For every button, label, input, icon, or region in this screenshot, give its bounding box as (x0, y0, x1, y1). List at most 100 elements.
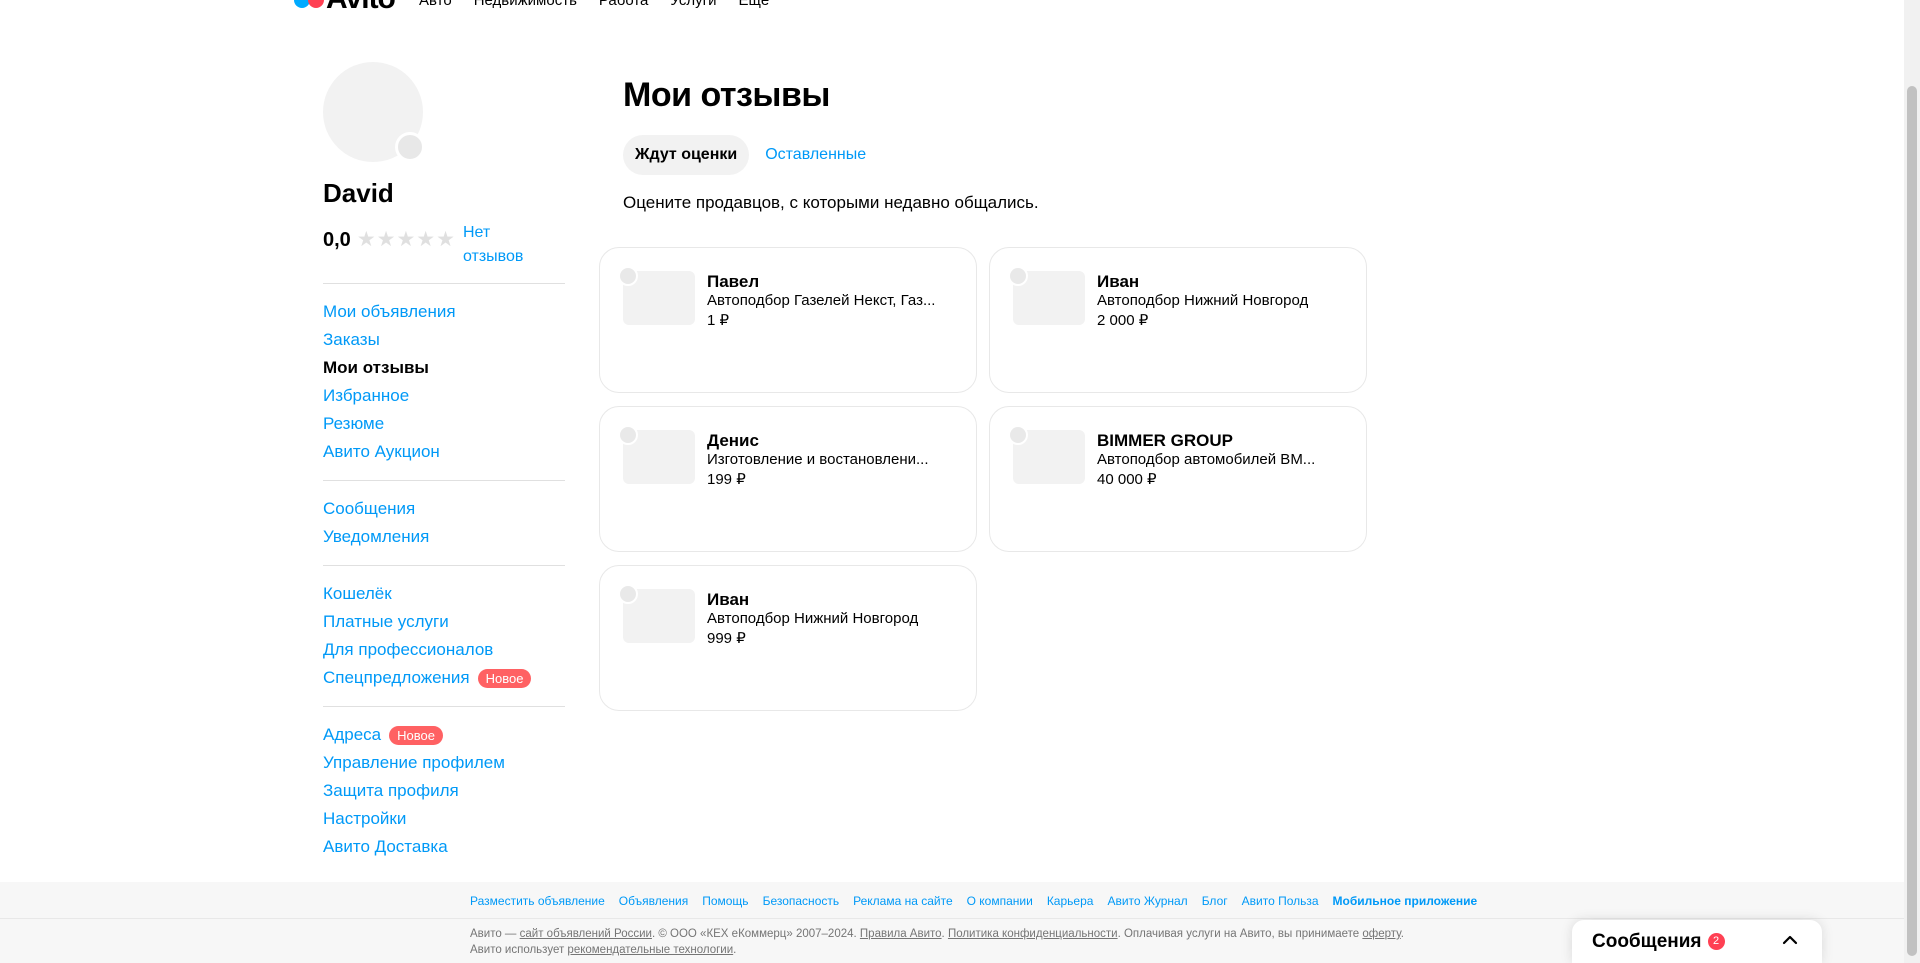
listing-title: Автоподбор автомобилей BM... (1097, 451, 1316, 468)
seller-name: Денис (707, 431, 759, 450)
avatar[interactable] (323, 62, 425, 162)
footer-link-benefit[interactable]: Авито Польза (1242, 894, 1319, 908)
scrollbar-thumb[interactable] (1907, 86, 1917, 956)
nav-item-realty[interactable]: Недвижимость (474, 0, 577, 9)
tab-left-reviews[interactable]: Оставленные (753, 135, 878, 175)
footer-link-ads[interactable]: Объявления (619, 894, 688, 908)
footer-link-help[interactable]: Помощь (702, 894, 748, 908)
sidebar-item-resume[interactable]: Резюме (323, 410, 565, 438)
footer-link-advertising[interactable]: Реклама на сайте (853, 894, 953, 908)
avatar-status-badge (395, 132, 425, 162)
listing-title: Автоподбор Нижний Новгород (1097, 292, 1309, 309)
seller-card[interactable]: Павел Автоподбор Газелей Некст, Газ... 1… (599, 247, 977, 393)
sidebar-item-profile-management[interactable]: Управление профилем (323, 749, 565, 777)
footer-link-journal[interactable]: Авито Журнал (1107, 894, 1187, 908)
star-icon: ★ (376, 228, 396, 251)
page-scrollbar[interactable] (1904, 0, 1920, 963)
nav-item-jobs[interactable]: Работа (599, 0, 649, 9)
sidebar-item-auction[interactable]: Авито Аукцион (323, 438, 565, 466)
profile-name: David (323, 178, 394, 208)
seller-name: Павел (707, 272, 760, 291)
footer-divider (0, 918, 1904, 919)
new-badge: Новое (389, 725, 443, 745)
main-content: Мои отзывы Ждут оценки Оставленные Оцени… (623, 76, 1039, 213)
reviews-link[interactable]: Нет отзывов (463, 221, 543, 269)
sidebar-item-wallet[interactable]: Кошелёк (323, 580, 565, 608)
rating-row: 0,0 ★ ★ ★ ★ ★ Нет отзывов (323, 221, 565, 269)
listing-title: Автоподбор Нижний Новгород (707, 610, 919, 627)
seller-avatar (618, 425, 638, 445)
footer-link-security[interactable]: Безопасность (763, 894, 840, 908)
sidebar-item-label: Спецпредложения (323, 668, 470, 687)
star-icon: ★ (356, 228, 376, 251)
divider (323, 480, 565, 481)
seller-avatar (1008, 266, 1028, 286)
divider (323, 565, 565, 566)
unread-count-badge: 2 (1707, 933, 1725, 950)
sidebar-item-settings[interactable]: Настройки (323, 805, 565, 833)
nav-item-auto[interactable]: Авто (419, 0, 452, 9)
divider (323, 706, 565, 707)
logo-dot-red (308, 0, 324, 8)
sidebar-item-orders[interactable]: Заказы (323, 326, 565, 354)
sidebar-item-my-reviews[interactable]: Мои отзывы (323, 354, 565, 382)
sidebar-item-for-pros[interactable]: Для профессионалов (323, 636, 565, 664)
sidebar-item-addresses[interactable]: Адреса Новое (323, 721, 565, 749)
page-subtitle: Оцените продавцов, с которыми недавно об… (623, 193, 1039, 212)
divider (323, 283, 565, 284)
top-nav: Авто Недвижимость Работа Услуги Ещё (419, 0, 769, 9)
listing-price: 40 000 ₽ (1097, 471, 1157, 488)
logo-text: Avito (326, 0, 396, 16)
seller-avatar (618, 266, 638, 286)
footer-link-blog[interactable]: Блог (1202, 894, 1228, 908)
listing-title: Изготовление и востановлени... (707, 451, 929, 468)
legal-link-rules[interactable]: Правила Авито (860, 928, 942, 940)
nav-item-more[interactable]: Ещё (739, 0, 770, 9)
legal-link-offer[interactable]: оферту (1362, 928, 1400, 940)
footer-links: Разместить объявление Объявления Помощь … (470, 894, 1477, 908)
sidebar-item-messages[interactable]: Сообщения (323, 495, 565, 523)
legal-text: . © ООО «КЕХ eКоммерц» 2007–2024. (651, 928, 860, 940)
legal-text: Авито — (470, 928, 520, 940)
sidebar-item-notifications[interactable]: Уведомления (323, 523, 565, 551)
legal-text: . Оплачивая услуги на Авито, вы принимае… (1117, 928, 1363, 940)
sidebar-item-paid-services[interactable]: Платные услуги (323, 608, 565, 636)
sidebar-item-my-ads[interactable]: Мои объявления (323, 298, 565, 326)
footer-link-about[interactable]: О компании (967, 894, 1033, 908)
seller-card[interactable]: Иван Автоподбор Нижний Новгород 2 000 ₽ (989, 247, 1367, 393)
seller-card[interactable]: Денис Изготовление и востановлени... 199… (599, 406, 977, 552)
listing-price: 999 ₽ (707, 630, 746, 647)
seller-avatar (1008, 425, 1028, 445)
listing-price: 199 ₽ (707, 471, 746, 488)
star-icon: ★ (396, 228, 416, 251)
sidebar-item-special-offers[interactable]: Спецпредложения Новое (323, 664, 565, 692)
sidebar-item-favorites[interactable]: Избранное (323, 382, 565, 410)
sidebar-item-profile-protection[interactable]: Защита профиля (323, 777, 565, 805)
sidebar-item-delivery[interactable]: Авито Доставка (323, 833, 565, 861)
page-title: Мои отзывы (623, 76, 830, 114)
legal-link-privacy[interactable]: Политика конфиденциальности (948, 928, 1118, 940)
messages-widget[interactable]: Сообщения 2 (1572, 920, 1822, 963)
footer-link-careers[interactable]: Карьера (1047, 894, 1094, 908)
seller-avatar (618, 584, 638, 604)
chevron-up-icon[interactable] (1780, 930, 1800, 950)
footer-legal-text: Авито — сайт объявлений России. © ООО «К… (470, 926, 1420, 958)
review-tabs: Ждут оценки Оставленные (623, 135, 1039, 175)
messages-widget-title: Сообщения (1592, 930, 1702, 952)
listing-price: 2 000 ₽ (1097, 312, 1149, 329)
footer-link-mobile-app[interactable]: Мобильное приложение (1333, 894, 1478, 908)
rating-stars: ★ ★ ★ ★ ★ (357, 229, 455, 250)
seller-card[interactable]: BIMMER GROUP Автоподбор автомобилей BM..… (989, 406, 1367, 552)
top-header: Avito Авто Недвижимость Работа Услуги Ещ… (0, 0, 1904, 15)
legal-link-recommendations[interactable]: рекомендательные технологии (567, 944, 733, 956)
nav-item-services[interactable]: Услуги (670, 0, 716, 9)
seller-card[interactable]: Иван Автоподбор Нижний Новгород 999 ₽ (599, 565, 977, 711)
sidebar-item-label: Адреса (323, 725, 382, 744)
seller-name: Иван (707, 590, 750, 609)
legal-link-classifieds[interactable]: сайт объявлений России (520, 928, 652, 940)
tab-awaiting-rating[interactable]: Ждут оценки (623, 135, 750, 175)
footer-link-post-ad[interactable]: Разместить объявление (470, 894, 605, 908)
seller-name: Иван (1097, 272, 1140, 291)
seller-name: BIMMER GROUP (1097, 431, 1233, 450)
legal-text: . (733, 944, 737, 956)
